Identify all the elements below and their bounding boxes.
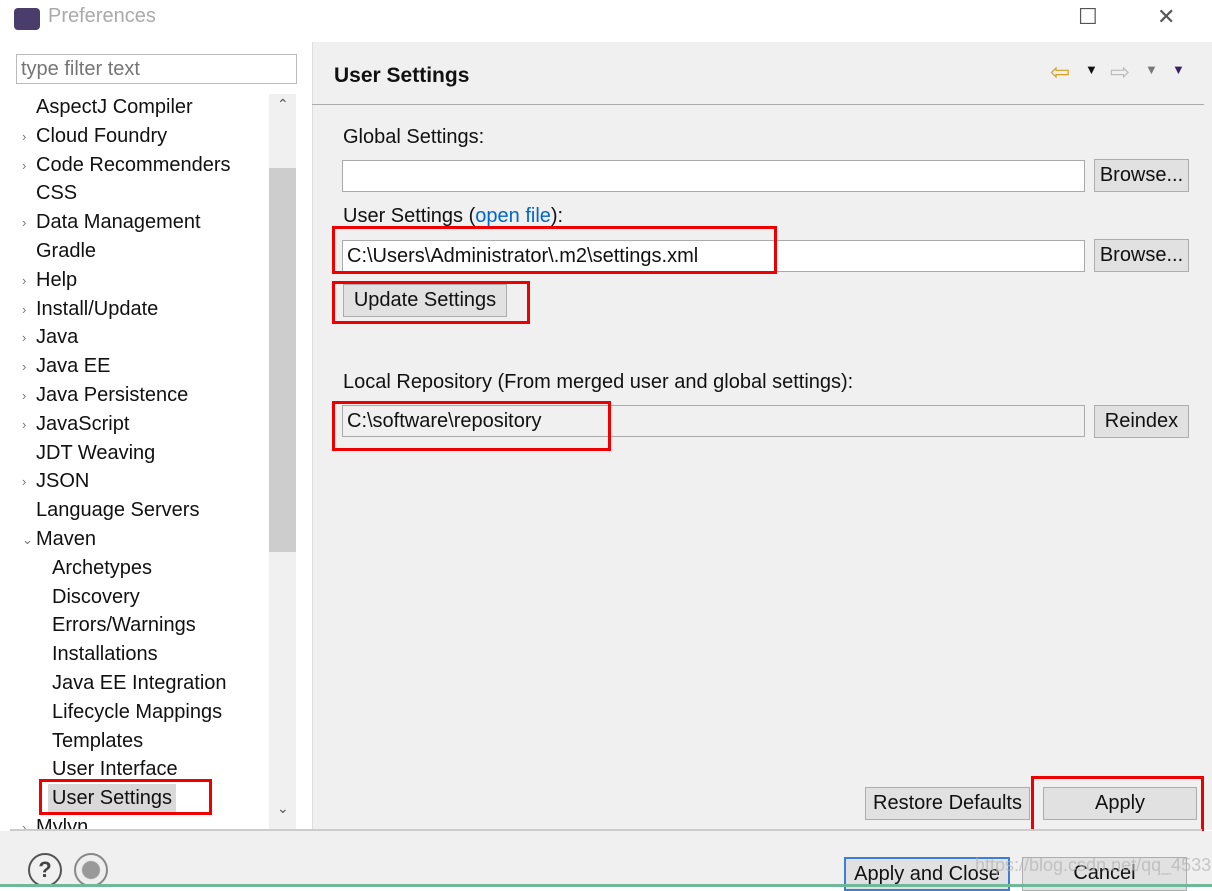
expand-icon[interactable]: › — [22, 122, 26, 151]
tree-item-label: JavaScript — [36, 412, 130, 435]
highlight-local-repo — [332, 401, 611, 451]
expand-icon[interactable]: ⌄ — [22, 525, 33, 554]
scroll-up-icon[interactable]: ⌃ — [277, 96, 289, 113]
expand-icon[interactable]: › — [22, 381, 26, 410]
tree-item[interactable]: Archetypes — [52, 554, 152, 583]
filter-input[interactable] — [16, 54, 297, 84]
tree-item[interactable]: Templates — [52, 727, 143, 756]
tree-item-label: Templates — [52, 729, 144, 752]
highlight-user-settings — [332, 226, 777, 274]
view-menu-icon[interactable]: ▼ — [1172, 62, 1185, 77]
tree-item[interactable]: AspectJ Compiler — [36, 93, 193, 122]
user-browse-button[interactable]: Browse... — [1094, 239, 1189, 272]
tree-item-label: Install/Update — [36, 297, 159, 320]
tree-item-label: JDT Weaving — [36, 441, 156, 464]
tree-item[interactable]: Language Servers — [36, 496, 199, 525]
tree-item[interactable]: › Data Management — [22, 208, 201, 237]
tree-item-label: Cloud Foundry — [36, 124, 168, 147]
user-label-text: User Settings ( — [343, 205, 476, 227]
tree-item[interactable]: › JSON — [22, 467, 90, 496]
back-arrow-icon[interactable]: ⇦ — [1050, 58, 1070, 87]
expand-icon[interactable]: › — [22, 295, 26, 324]
expand-icon[interactable]: › — [22, 467, 26, 496]
tree-item[interactable]: ⌄ Maven — [22, 525, 97, 554]
app-icon — [14, 8, 40, 30]
tree-item-label: AspectJ Compiler — [36, 96, 193, 118]
global-browse-button[interactable]: Browse... — [1094, 159, 1189, 192]
scroll-down-icon[interactable]: ⌄ — [277, 800, 289, 817]
tree-item[interactable]: › JavaScript — [22, 410, 130, 439]
tree-item[interactable]: › Cloud Foundry — [22, 122, 168, 151]
tree-item[interactable]: JDT Weaving — [36, 439, 155, 468]
watermark: https://blog.csdn.net/qq_45337431 — [975, 855, 1212, 875]
back-dropdown-icon[interactable]: ▼ — [1085, 62, 1098, 77]
forward-arrow-icon[interactable]: ⇨ — [1110, 58, 1130, 87]
restore-defaults-button[interactable]: Restore Defaults — [865, 787, 1030, 820]
tree-item-label: Data Management — [36, 211, 201, 234]
expand-icon[interactable]: › — [22, 323, 26, 352]
tree-item-label: CSS — [36, 182, 78, 205]
tree-item-label: JSON — [36, 470, 90, 493]
tree-item[interactable]: › Help — [22, 266, 78, 295]
tree-item-label: Installations — [52, 643, 158, 666]
expand-icon[interactable]: › — [22, 352, 26, 381]
page-title: User Settings — [334, 64, 470, 87]
tree-item[interactable]: Lifecycle Mappings — [52, 698, 222, 727]
tree-item-label: Java EE Integration — [52, 672, 227, 694]
tree-item-label: Gradle — [36, 240, 97, 262]
expand-icon[interactable]: › — [22, 266, 26, 295]
tree-item[interactable]: Java EE Integration — [52, 669, 227, 698]
tree-item-label: Archetypes — [52, 556, 153, 579]
local-repository-label: Local Repository (From merged user and g… — [343, 371, 854, 393]
tree-item-label: Errors/Warnings — [52, 614, 196, 637]
scrollbar-thumb[interactable] — [269, 168, 296, 552]
tree-item-label: User Interface — [52, 758, 178, 781]
help-icon[interactable]: ? — [28, 853, 62, 887]
user-settings-label: User Settings (open file): — [343, 205, 563, 228]
tree-item[interactable]: › Code Recommenders — [22, 151, 231, 180]
tree-item[interactable]: CSS — [36, 179, 77, 208]
tree-item[interactable]: › Java EE — [22, 352, 111, 381]
tree-item[interactable]: Installations — [52, 640, 158, 669]
tree-item-label: Java — [36, 326, 79, 349]
close-button[interactable]: ✕ — [1157, 4, 1175, 30]
tree-item[interactable]: › Install/Update — [22, 295, 159, 324]
tree-item-label: Help — [36, 268, 78, 291]
highlight-update-settings — [332, 281, 530, 324]
tree-item-label: Java EE — [36, 355, 111, 378]
header-divider — [312, 104, 1204, 105]
tree-item-label: Lifecycle Mappings — [52, 700, 223, 723]
expand-icon[interactable]: › — [22, 208, 26, 237]
tree-item-label: Code Recommenders — [36, 153, 231, 176]
tree-item[interactable]: Errors/Warnings — [52, 611, 196, 640]
maximize-button[interactable]: ☐ — [1078, 4, 1098, 30]
global-settings-input[interactable] — [342, 160, 1085, 192]
highlight-apply — [1031, 776, 1204, 832]
tree-item-label: Language Servers — [36, 499, 200, 522]
tree-item-label: Maven — [36, 528, 97, 550]
tree-item[interactable]: › Java — [22, 323, 79, 352]
expand-icon[interactable]: › — [22, 410, 26, 439]
reindex-button[interactable]: Reindex — [1094, 405, 1189, 438]
user-label-suffix: ): — [550, 205, 564, 227]
expand-icon[interactable]: › — [22, 151, 26, 180]
tree-item-label: Java Persistence — [36, 384, 189, 406]
tree-item[interactable]: Discovery — [52, 583, 140, 612]
forward-dropdown-icon[interactable]: ▼ — [1145, 62, 1158, 77]
tree-item[interactable]: Gradle — [36, 237, 96, 266]
tree-item[interactable]: › Java Persistence — [22, 381, 189, 410]
highlight-tree-selection — [39, 779, 212, 815]
open-file-link[interactable]: open file — [475, 205, 551, 227]
global-settings-label: Global Settings: — [343, 126, 485, 148]
import-export-icon[interactable] — [74, 853, 108, 887]
window-title: Preferences — [48, 5, 156, 27]
tree-item-label: Discovery — [52, 585, 140, 608]
